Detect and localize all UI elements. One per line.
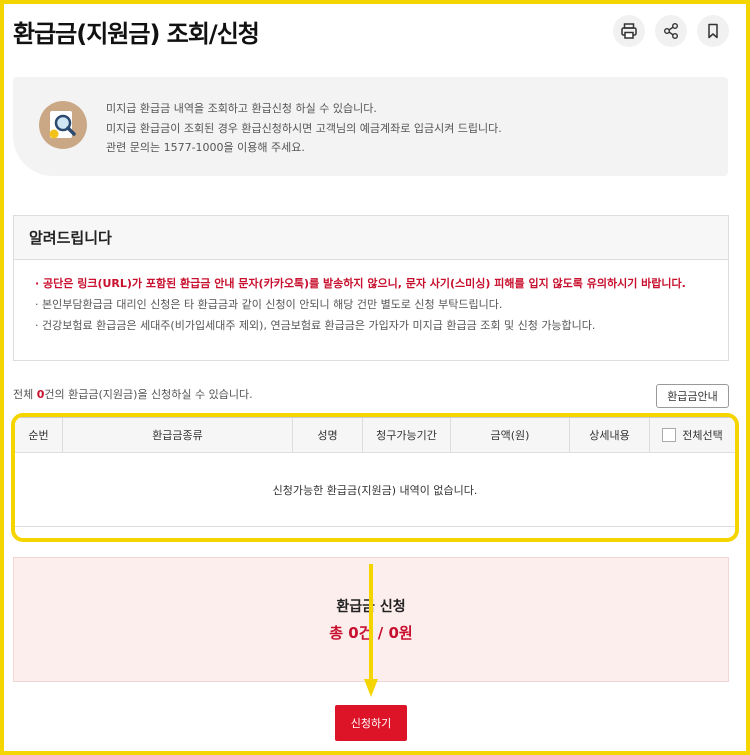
count-suffix: 건의 환급금(지원금)을 신청하실 수 있습니다. — [44, 388, 253, 401]
col-header: 순번 — [15, 418, 63, 452]
apply-button[interactable]: 신청하기 — [335, 705, 407, 741]
arrow-down-icon — [364, 564, 378, 697]
notice-box: 알려드립니다 공단은 링크(URL)가 포함된 환급금 안내 문자(카카오톡)를… — [13, 215, 729, 361]
info-text: 미지급 환급금 내역을 조회하고 환급신청 하실 수 있습니다. 미지급 환급금… — [106, 99, 502, 158]
empty-message: 신청가능한 환급금(지원금) 내역이 없습니다. — [15, 453, 735, 527]
refund-table: 순번 환급금종류 성명 청구가능기간 금액(원) 상세내용 전체선택 신청가능한… — [11, 413, 739, 542]
col-header: 성명 — [293, 418, 363, 452]
info-box: 미지급 환급금 내역을 조회하고 환급신청 하실 수 있습니다. 미지급 환급금… — [13, 77, 728, 176]
select-all-checkbox[interactable] — [662, 428, 677, 442]
info-line: 미지급 환급금 내역을 조회하고 환급신청 하실 수 있습니다. — [106, 102, 377, 115]
info-line: 관련 문의는 1577-1000을 이용해 주세요. — [106, 141, 305, 154]
count-prefix: 전체 — [13, 388, 37, 401]
notice-item: 건강보험료 환급금은 세대주(비가입세대주 제외), 연금보험료 환급금은 가입… — [35, 315, 728, 336]
col-header: 상세내용 — [570, 418, 650, 452]
col-header: 환급금종류 — [63, 418, 293, 452]
refund-guide-button[interactable]: 환급금안내 — [656, 384, 729, 408]
notice-item: 본인부담환급금 대리인 신청은 타 환급금과 같이 신청이 안되니 해당 건만 … — [35, 294, 728, 315]
col-header: 금액(원) — [451, 418, 570, 452]
info-line: 미지급 환급금이 조회된 경우 환급신청하시면 고객님의 예금계좌로 입금시켜 … — [106, 121, 502, 135]
notice-list: 공단은 링크(URL)가 포함된 환급금 안내 문자(카카오톡)를 발송하지 않… — [14, 260, 728, 336]
share-icon — [664, 23, 678, 39]
select-all-header[interactable]: 전체선택 — [650, 418, 735, 452]
print-icon — [621, 23, 637, 39]
table-header: 순번 환급금종류 성명 청구가능기간 금액(원) 상세내용 전체선택 — [15, 417, 735, 453]
notice-title: 알려드립니다 — [14, 216, 728, 260]
page-title: 환급금(지원금) 조회/신청 — [13, 20, 260, 48]
count-text: 전체 0건의 환급금(지원금)을 신청하실 수 있습니다. — [13, 386, 253, 402]
search-document-icon — [39, 101, 87, 149]
select-all-label: 전체선택 — [682, 429, 723, 442]
notice-item: 공단은 링크(URL)가 포함된 환급금 안내 문자(카카오톡)를 발송하지 않… — [35, 273, 728, 294]
bookmark-icon — [708, 23, 718, 39]
col-header: 청구가능기간 — [363, 418, 451, 452]
page: 환급금(지원금) 조회/신청 미지급 환급금 내역을 조회하고 환급신청 하실 … — [4, 4, 746, 751]
print-button[interactable] — [613, 15, 645, 47]
bookmark-button[interactable] — [697, 15, 729, 47]
share-button[interactable] — [655, 15, 687, 47]
